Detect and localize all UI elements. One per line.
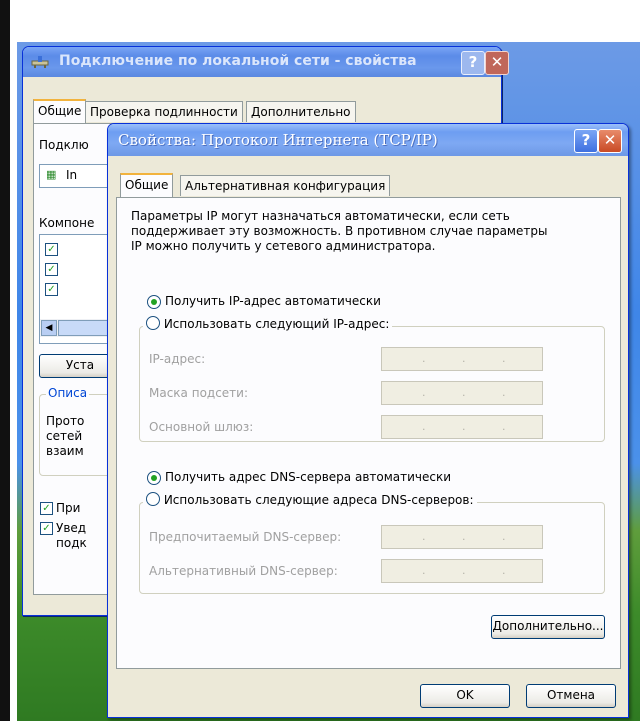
- network-connection-icon: [31, 56, 49, 68]
- component-checkbox-3[interactable]: ✓: [45, 283, 58, 296]
- ip-auto-label[interactable]: Получить IP-адрес автоматически: [165, 294, 381, 308]
- lan-properties-titlebar[interactable]: Подключение по локальной сети - свойства…: [23, 47, 509, 77]
- default-gateway-field: ...: [381, 415, 543, 439]
- preferred-dns-label: Предпочитаемый DNS-сервер:: [149, 530, 342, 544]
- ip-manual-radio[interactable]: [146, 316, 160, 330]
- ip-address-field: ...: [381, 347, 543, 371]
- subnet-mask-field: ...: [381, 381, 543, 405]
- intro-line-2: поддерживает эту возможность. В противно…: [131, 224, 548, 238]
- dns-manual-radio[interactable]: [146, 492, 160, 506]
- show-icon-checkbox[interactable]: ✓: [40, 502, 53, 515]
- tab-general[interactable]: Общие: [33, 99, 87, 123]
- tcpip-properties-titlebar[interactable]: Свойства: Протокол Интернета (TCP/IP) ? …: [108, 124, 628, 156]
- adapter-icon: ▦: [46, 168, 57, 181]
- ip-address-label: IP-адрес:: [149, 352, 206, 366]
- tab-advanced[interactable]: Дополнительно: [246, 101, 356, 122]
- ip-manual-label[interactable]: Использовать следующий IP-адрес:: [164, 317, 390, 331]
- dns-auto-radio[interactable]: [147, 471, 161, 485]
- intro-line-1: Параметры IP могут назначаться автоматич…: [131, 209, 510, 223]
- description-group-label: Описа: [46, 386, 90, 400]
- description-line-3: взаим: [46, 444, 84, 458]
- notify-checkbox[interactable]: ✓: [40, 522, 53, 535]
- top-white-area: [10, 0, 640, 42]
- default-gateway-label: Основной шлюз:: [149, 420, 254, 434]
- cancel-button[interactable]: Отмена: [526, 684, 616, 708]
- ip-auto-radio[interactable]: [147, 295, 161, 309]
- lan-properties-title: Подключение по локальной сети - свойства: [59, 53, 417, 69]
- preferred-dns-field: ...: [381, 525, 543, 549]
- intro-line-3: IP можно получить у сетевого администрат…: [131, 239, 436, 253]
- dns-auto-label[interactable]: Получить адрес DNS-сервера автоматически: [165, 470, 451, 484]
- intro-text: Параметры IP могут назначаться автоматич…: [131, 209, 547, 254]
- subnet-mask-label: Маска подсети:: [149, 386, 249, 400]
- tcpip-general-panel: Параметры IP могут назначаться автоматич…: [116, 197, 621, 669]
- ip-manual-option[interactable]: Использовать следующий IP-адрес:: [143, 316, 393, 331]
- description-line-2: сетей: [46, 429, 83, 443]
- close-button[interactable]: ✕: [598, 129, 622, 153]
- help-button[interactable]: ?: [461, 51, 485, 75]
- connect-using-label: Подклю: [39, 138, 89, 152]
- alternate-dns-field: ...: [381, 559, 543, 583]
- left-dark-bar: [0, 0, 10, 721]
- tab-alternate-config[interactable]: Альтернативная конфигурация: [180, 175, 391, 196]
- tab-authentication[interactable]: Проверка подлинности: [85, 101, 243, 122]
- dns-manual-label[interactable]: Использовать следующие адреса DNS-сервер…: [164, 493, 474, 507]
- scroll-left-icon[interactable]: ◀: [41, 320, 57, 336]
- tcpip-properties-title: Свойства: Протокол Интернета (TCP/IP): [118, 131, 438, 149]
- ok-button[interactable]: OK: [420, 684, 510, 708]
- tab-general[interactable]: Общие: [120, 173, 174, 197]
- component-checkbox-2[interactable]: ✓: [45, 263, 58, 276]
- show-icon-label: При: [56, 501, 81, 515]
- close-button[interactable]: ✕: [485, 51, 509, 75]
- tcpip-properties-window: Свойства: Протокол Интернета (TCP/IP) ? …: [107, 123, 629, 718]
- notify-label-2: подк: [56, 536, 87, 550]
- adapter-name: In: [66, 168, 78, 182]
- description-line-1: Прото: [46, 414, 85, 428]
- advanced-button[interactable]: Дополнительно...: [491, 615, 605, 639]
- dns-manual-option[interactable]: Использовать следующие адреса DNS-сервер…: [143, 492, 477, 507]
- notify-label-1: Увед: [56, 521, 87, 535]
- components-label: Компоне: [39, 216, 95, 230]
- help-button[interactable]: ?: [574, 129, 598, 153]
- component-checkbox-1[interactable]: ✓: [45, 243, 58, 256]
- alternate-dns-label: Альтернативный DNS-сервер:: [149, 564, 338, 578]
